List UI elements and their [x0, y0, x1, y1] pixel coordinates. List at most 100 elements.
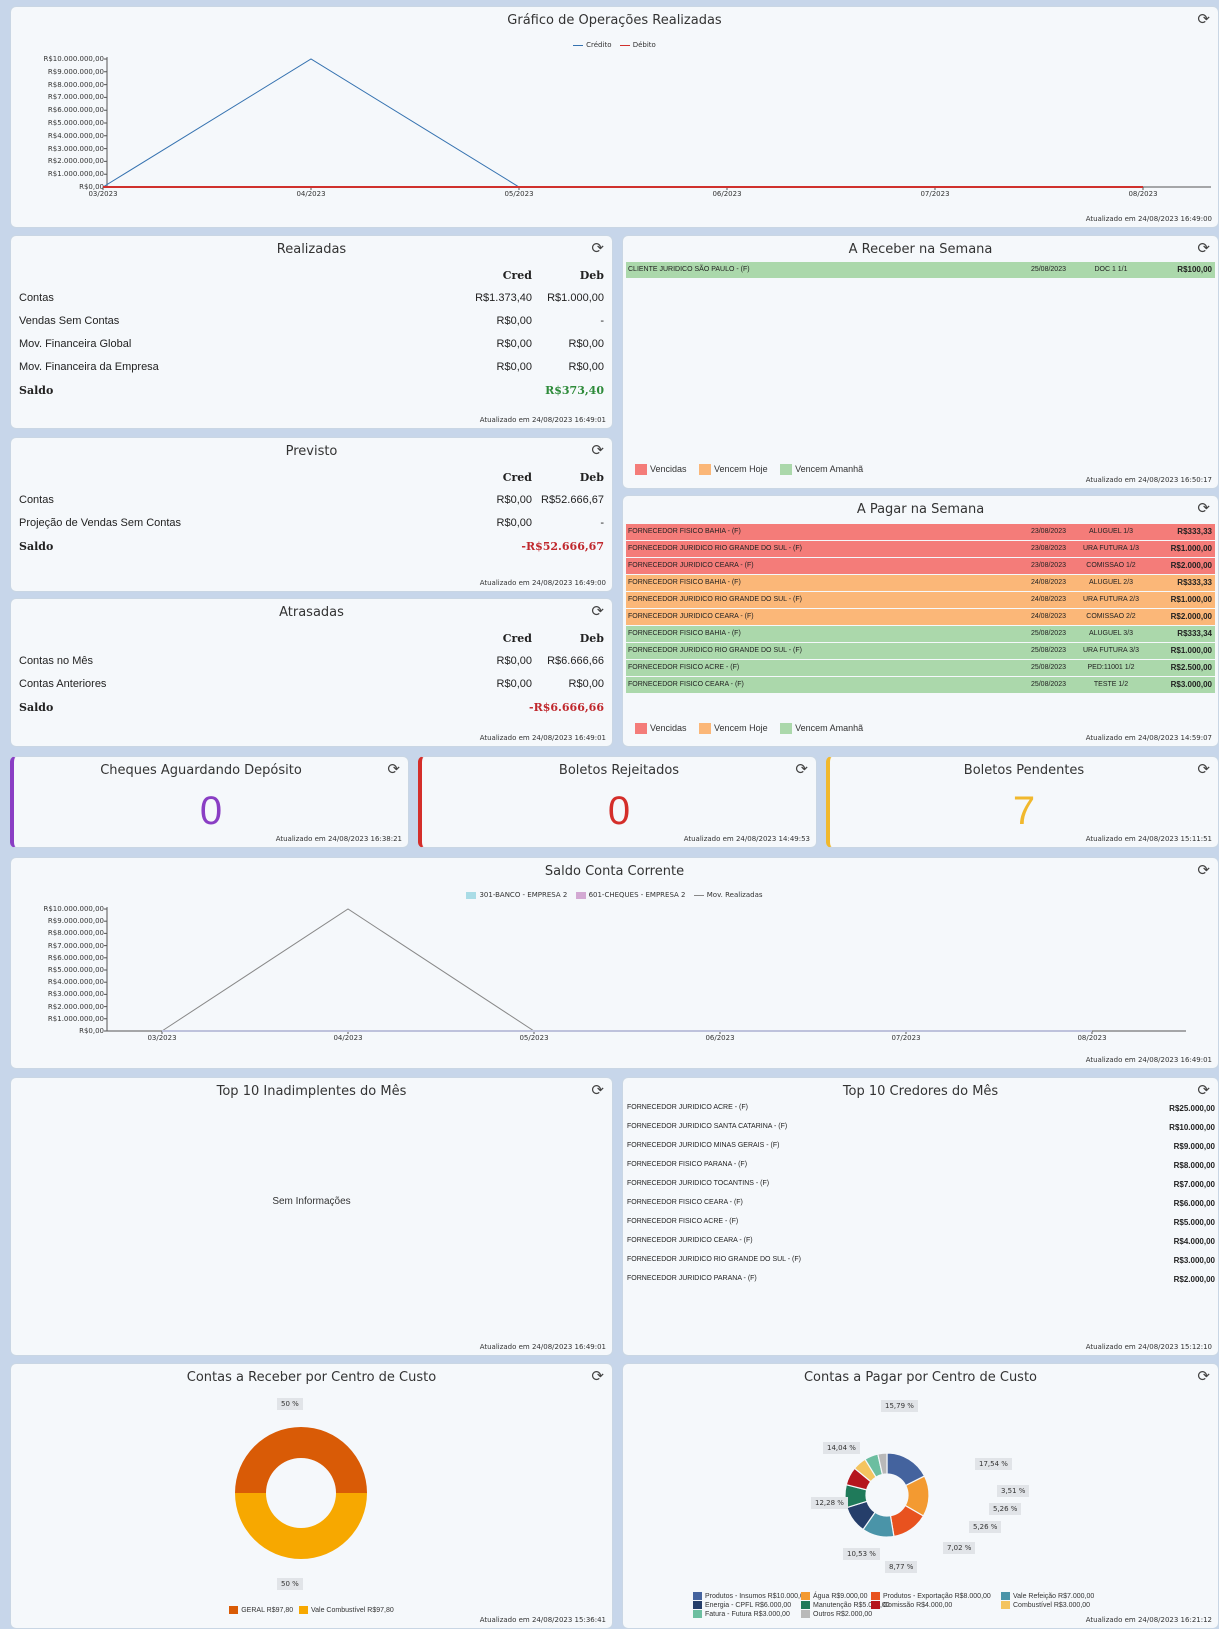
item-name: FORNECEDOR JURIDICO CEARA - (F): [628, 562, 754, 569]
list-item[interactable]: FORNECEDOR JURIDICO RIO GRANDE DO SUL - …: [626, 592, 1215, 608]
kpi-boletos-rejeitados-card[interactable]: Boletos Rejeitados ⟳ 0 Atualizado em 24/…: [418, 756, 817, 848]
list-item[interactable]: FORNECEDOR FISICO BAHIA - (F) 23/08/2023 A…: [626, 524, 1215, 540]
list-item[interactable]: FORNECEDOR FISICO ACRE - (F) R$5.000,00: [623, 1213, 1218, 1232]
pie-slice[interactable]: [235, 1427, 367, 1493]
list-item[interactable]: CLIENTE JURIDICO SÃO PAULO - (F) 25/08/20…: [626, 262, 1215, 278]
creditor-value: R$25.000,00: [1169, 1104, 1215, 1113]
saldo-row: Saldo R$373,40: [19, 379, 604, 402]
refresh-icon[interactable]: ⟳: [1197, 761, 1210, 777]
refresh-icon[interactable]: ⟳: [591, 1082, 604, 1098]
pie-label: 50 %: [277, 1398, 303, 1410]
list-item[interactable]: FORNECEDOR FISICO BAHIA - (F) 24/08/2023 A…: [626, 575, 1215, 591]
pie-label: 8,77 %: [885, 1561, 918, 1573]
atrasadas-table: Cred Deb Contas no Mês R$0,00 R$6.666,66 C…: [19, 627, 604, 719]
table-header: Cred Deb: [19, 627, 604, 650]
refresh-icon[interactable]: ⟳: [387, 761, 400, 777]
table-row: Contas R$0,00 R$52.666,67: [19, 489, 604, 512]
refresh-icon[interactable]: ⟳: [1197, 1082, 1210, 1098]
col-deb: Deb: [579, 471, 604, 484]
saldo-label: Saldo: [19, 540, 54, 553]
list-item[interactable]: FORNECEDOR JURIDICO PARANA - (F) R$2.000,…: [623, 1270, 1218, 1289]
item-value: R$1.000,00: [1170, 646, 1212, 655]
pie-label: 17,54 %: [975, 1458, 1012, 1470]
item-date: 24/08/2023: [1030, 613, 1066, 620]
pie-slice[interactable]: [235, 1493, 367, 1559]
previsto-title: Previsto: [285, 444, 338, 459]
row-deb: R$0,00: [568, 338, 604, 350]
saldo-row: Saldo -R$6.666,66: [19, 696, 604, 719]
kpi-title: Cheques Aguardando Depósito: [100, 763, 302, 778]
legend-vencidas: Vencidas: [635, 464, 687, 476]
list-item[interactable]: FORNECEDOR JURIDICO SANTA CATARINA - (F)…: [623, 1118, 1218, 1137]
table-row: Contas R$1.373,40 R$1.000,00: [19, 287, 604, 310]
creditor-name: FORNECEDOR JURIDICO ACRE - (F): [627, 1104, 748, 1111]
legend-item: Combustível R$3.000,00: [1001, 1601, 1090, 1609]
saldo-plot: [104, 907, 1186, 1034]
list-item[interactable]: FORNECEDOR JURIDICO CEARA - (F) 23/08/202…: [626, 558, 1215, 574]
row-label: Contas no Mês: [19, 655, 93, 667]
saldo-value: -R$6.666,66: [529, 701, 604, 714]
creditor-name: FORNECEDOR JURIDICO MINAS GERAIS - (F): [627, 1142, 780, 1149]
refresh-icon[interactable]: ⟳: [591, 240, 604, 256]
list-item[interactable]: FORNECEDOR FISICO PARANA - (F) R$8.000,00: [623, 1156, 1218, 1175]
item-value: R$2.000,00: [1170, 612, 1212, 621]
operations-chart-card: Gráfico de Operações Realizadas ⟳ Crédit…: [10, 6, 1219, 228]
row-label: Contas Anteriores: [19, 678, 107, 690]
creditor-name: FORNECEDOR JURIDICO CEARA - (F): [627, 1237, 753, 1244]
creditor-name: FORNECEDOR FISICO PARANA - (F): [627, 1161, 748, 1168]
updated-timestamp: Atualizado em 24/08/2023 14:59:07: [1085, 734, 1212, 742]
list-item[interactable]: FORNECEDOR JURIDICO RIO GRANDE DO SUL - …: [626, 643, 1215, 659]
series-line-0: [102, 58, 1143, 188]
creditor-name: FORNECEDOR JURIDICO PARANA - (F): [627, 1275, 757, 1282]
top-credores-card: Top 10 Credores do Mês ⟳ FORNECEDOR JURI…: [622, 1077, 1219, 1356]
refresh-icon[interactable]: ⟳: [1197, 500, 1210, 516]
pagar-legend: Vencidas Vencem Hoje Vencem Amanhã: [635, 723, 873, 735]
updated-timestamp: Atualizado em 24/08/2023 16:49:01: [1085, 1056, 1212, 1064]
refresh-icon[interactable]: ⟳: [795, 761, 808, 777]
legend-vencem-hoje: Vencem Hoje: [699, 723, 768, 735]
updated-timestamp: Atualizado em 24/08/2023 14:49:53: [683, 835, 810, 843]
list-item[interactable]: FORNECEDOR JURIDICO RIO GRANDE DO SUL - …: [626, 541, 1215, 557]
updated-timestamp: Atualizado em 24/08/2023 16:21:12: [1085, 1616, 1212, 1624]
kpi-cheques-card[interactable]: Cheques Aguardando Depósito ⟳ 0 Atualiza…: [10, 756, 409, 848]
credores-title: Top 10 Credores do Mês: [842, 1084, 999, 1099]
legend-item: Produtos - Insumos R$10.000,00: [693, 1592, 808, 1600]
list-item[interactable]: FORNECEDOR JURIDICO MINAS GERAIS - (F) R$…: [623, 1137, 1218, 1156]
item-date: 25/08/2023: [1030, 681, 1066, 688]
item-doc: DOC 1 1/1: [1094, 266, 1128, 273]
legend-item: Vale Combustível R$97,80: [298, 1606, 394, 1614]
inadimplentes-title: Top 10 Inadimplentes do Mês: [216, 1084, 407, 1099]
row-deb: R$1.000,00: [547, 292, 604, 304]
refresh-icon[interactable]: ⟳: [591, 442, 604, 458]
item-name: CLIENTE JURIDICO SÃO PAULO - (F): [628, 266, 750, 273]
creditor-value: R$9.000,00: [1173, 1142, 1215, 1151]
saldo-label: Saldo: [19, 701, 54, 714]
legend-item: Vale Refeição R$7.000,00: [1001, 1592, 1094, 1600]
list-item[interactable]: FORNECEDOR FISICO CEARA - (F) 25/08/2023 T…: [626, 677, 1215, 693]
row-label: Mov. Financeira da Empresa: [19, 361, 159, 373]
realizadas-card: Realizadas ⟳ Cred Deb Contas R$1.373,40 R$…: [10, 235, 613, 429]
pagar-list: FORNECEDOR FISICO BAHIA - (F) 23/08/2023 A…: [626, 524, 1215, 694]
list-item[interactable]: FORNECEDOR JURIDICO TOCANTINS - (F) R$7.0…: [623, 1175, 1218, 1194]
row-cred: R$0,00: [496, 338, 532, 350]
item-date: 24/08/2023: [1030, 579, 1066, 586]
list-item[interactable]: FORNECEDOR FISICO ACRE - (F) 25/08/2023 PE…: [626, 660, 1215, 676]
saldo-value: -R$52.666,67: [521, 540, 604, 553]
refresh-icon[interactable]: ⟳: [591, 603, 604, 619]
list-item[interactable]: FORNECEDOR JURIDICO ACRE - (F) R$25.000,0…: [623, 1099, 1218, 1118]
item-name: FORNECEDOR JURIDICO RIO GRANDE DO SUL - …: [628, 545, 802, 552]
row-cred: R$0,00: [496, 494, 532, 506]
previsto-table: Cred Deb Contas R$0,00 R$52.666,67 Projeçã…: [19, 466, 604, 558]
list-item[interactable]: FORNECEDOR FISICO BAHIA - (F) 25/08/2023 A…: [626, 626, 1215, 642]
row-deb: R$6.666,66: [547, 655, 604, 667]
table-row: Mov. Financeira da Empresa R$0,00 R$0,00: [19, 356, 604, 379]
list-item[interactable]: FORNECEDOR JURIDICO CEARA - (F) R$4.000,0…: [623, 1232, 1218, 1251]
pie-label: 10,53 %: [843, 1548, 880, 1560]
kpi-boletos-pendentes-card[interactable]: Boletos Pendentes ⟳ 7 Atualizado em 24/0…: [826, 756, 1219, 848]
list-item[interactable]: FORNECEDOR JURIDICO CEARA - (F) 24/08/202…: [626, 609, 1215, 625]
list-item[interactable]: FORNECEDOR FISICO CEARA - (F) R$6.000,00: [623, 1194, 1218, 1213]
table-row: Vendas Sem Contas R$0,00 -: [19, 310, 604, 333]
refresh-icon[interactable]: ⟳: [1197, 240, 1210, 256]
list-item[interactable]: FORNECEDOR JURIDICO RIO GRANDE DO SUL - …: [623, 1251, 1218, 1270]
ccp-donut: [844, 1452, 930, 1538]
